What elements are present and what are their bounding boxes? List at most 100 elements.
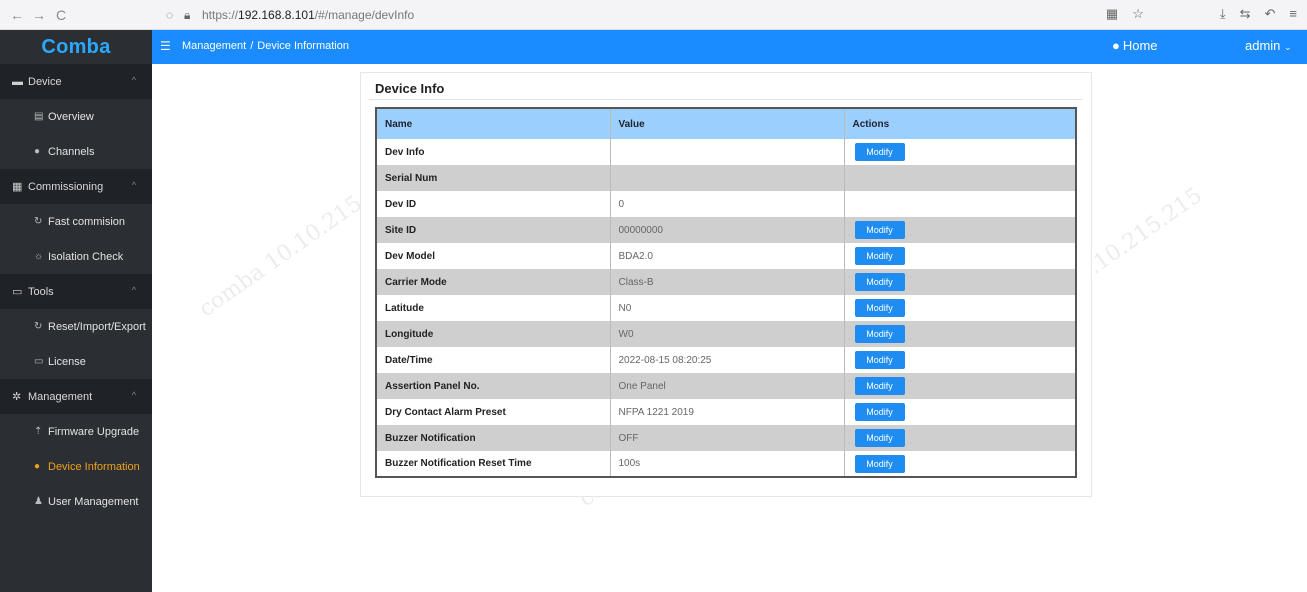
sidebar-item-fast-commision[interactable]: ↻ Fast commision <box>0 204 152 239</box>
cell-value: BDA2.0 <box>610 243 845 269</box>
modify-button[interactable]: Modify <box>854 143 905 161</box>
table-row: Date/Time 2022-08-15 08:20:25 Modify <box>376 347 1077 373</box>
admin-menu[interactable]: admin ⌄ <box>1245 38 1292 53</box>
app-header: Comba ☰ Management / Device Information … <box>0 30 1307 64</box>
cell-name: Buzzer Notification Reset Time <box>376 451 611 477</box>
table-row: Buzzer Notification OFF Modify <box>376 425 1077 451</box>
modify-button[interactable]: Modify <box>854 429 905 447</box>
sidebar-item-firmware-upgrade[interactable]: ⇡ Firmware Upgrade <box>0 414 152 449</box>
sidebar-item-device-information[interactable]: ● Device Information <box>0 449 152 484</box>
download-icon[interactable]: ⤓ <box>1220 6 1226 22</box>
sidebar-item-reset-import-export[interactable]: ↻ Reset/Import/Export <box>0 309 152 344</box>
menu-icon[interactable]: ≡ <box>1289 6 1297 22</box>
sidebar-item-label: User Management <box>48 495 139 508</box>
cell-value: N0 <box>610 295 845 321</box>
sidebar-item-label: Device Information <box>48 460 140 473</box>
cell-name: Buzzer Notification <box>376 425 611 451</box>
list-icon: ▤ <box>34 111 44 122</box>
sidebar-group-device[interactable]: ▬ Device ^ <box>0 64 152 99</box>
sidebar: ▬ Device ^ ▤ Overview ● Channels ▦ Commi… <box>0 64 152 592</box>
column-header-value: Value <box>610 108 845 139</box>
info-icon: ● <box>34 461 41 472</box>
cell-actions: Modify <box>844 321 1077 347</box>
modify-button[interactable]: Modify <box>854 221 905 239</box>
breadcrumb-separator: / <box>250 40 254 52</box>
cell-value: 0 <box>610 191 845 217</box>
bookmark-star-icon[interactable]: ☆ <box>1132 6 1144 22</box>
license-icon: ▭ <box>34 356 44 367</box>
cell-value: One Panel <box>610 373 845 399</box>
sidebar-group-label: Commissioning <box>28 180 104 193</box>
admin-label: admin <box>1245 38 1281 53</box>
sidebar-group-label: Management <box>28 390 93 403</box>
extensions-icon[interactable]: ⇆ <box>1240 6 1251 22</box>
logo: Comba <box>0 30 152 64</box>
sidebar-item-label: Firmware Upgrade <box>48 425 140 438</box>
reload-icon[interactable]: C <box>50 7 72 23</box>
gear-icon: ✲ <box>12 391 22 403</box>
modify-button[interactable]: Modify <box>854 247 905 265</box>
modify-button[interactable]: Modify <box>854 299 905 317</box>
url-scheme: https:// <box>202 8 239 22</box>
table-row: Dry Contact Alarm Preset NFPA 1221 2019 Mo… <box>376 399 1077 425</box>
undo-icon[interactable]: ↶ <box>1265 6 1276 22</box>
upload-icon: ⇡ <box>34 426 43 437</box>
sidebar-group-management[interactable]: ✲ Management ^ <box>0 379 152 414</box>
cell-name: Assertion Panel No. <box>376 373 611 399</box>
table-row: Carrier Mode Class-B Modify <box>376 269 1077 295</box>
chevron-up-icon: ^ <box>131 285 136 295</box>
lock-icon: 🔒︎ <box>184 7 191 22</box>
home-label: Home <box>1122 38 1158 53</box>
sidebar-group-tools[interactable]: ▭ Tools ^ <box>0 274 152 309</box>
table-row: Serial Num <box>376 165 1077 191</box>
address-bar[interactable]: ◌ 🔒︎ https:// 192.168.8.101 /#/manage/de… <box>166 3 1086 27</box>
cell-actions <box>844 191 1077 217</box>
breadcrumb-parent[interactable]: Management <box>182 40 246 52</box>
back-icon[interactable]: ← <box>6 7 28 23</box>
sidebar-group-commissioning[interactable]: ▦ Commissioning ^ <box>0 169 152 204</box>
sidebar-item-user-management[interactable]: ♟ User Management <box>0 484 152 519</box>
chevron-down-icon: ⌄ <box>1284 42 1292 52</box>
cell-actions: Modify <box>844 139 1077 165</box>
panel-title: Device Info <box>375 81 445 96</box>
forward-icon[interactable]: → <box>28 7 50 23</box>
modify-button[interactable]: Modify <box>854 377 905 395</box>
refresh-icon: ↻ <box>34 321 43 332</box>
home-link[interactable]: ● Home <box>1112 38 1158 53</box>
modify-button[interactable]: Modify <box>854 351 905 369</box>
modify-button[interactable]: Modify <box>854 325 905 343</box>
table-row: Site ID 00000000 Modify <box>376 217 1077 243</box>
cell-name: Date/Time <box>376 347 611 373</box>
table-row: Longitude W0 Modify <box>376 321 1077 347</box>
user-icon: ♟ <box>34 496 43 507</box>
url-host: 192.168.8.101 <box>238 8 315 22</box>
shield-icon: ◌ <box>166 8 174 22</box>
cell-name: Dev ID <box>376 191 611 217</box>
table-row: Buzzer Notification Reset Time 100s Modify <box>376 451 1077 477</box>
sidebar-item-label: Isolation Check <box>48 250 124 263</box>
sparkle-icon: ☼ <box>34 251 44 262</box>
browser-toolbar: ← → C ◌ 🔒︎ https:// 192.168.8.101 /#/man… <box>0 0 1307 30</box>
logo-text: Comba <box>41 35 111 58</box>
cell-name: Dry Contact Alarm Preset <box>376 399 611 425</box>
sidebar-item-license[interactable]: ▭ License <box>0 344 152 379</box>
cell-value <box>610 165 845 191</box>
modify-button[interactable]: Modify <box>854 273 905 291</box>
modify-button[interactable]: Modify <box>854 403 905 421</box>
column-header-name: Name <box>376 108 611 139</box>
cell-value <box>610 139 845 165</box>
sidebar-item-channels[interactable]: ● Channels <box>0 134 152 169</box>
chevron-up-icon: ^ <box>131 180 136 190</box>
qr-icon[interactable]: ▦ <box>1106 6 1118 22</box>
cell-actions: Modify <box>844 217 1077 243</box>
modify-button[interactable]: Modify <box>854 454 905 473</box>
cell-value: Class-B <box>610 269 845 295</box>
cell-value: 00000000 <box>610 217 845 243</box>
table-header-row: Name Value Actions <box>376 108 1077 139</box>
device-info-table: Name Value Actions Dev Info Modify Serial … <box>375 107 1077 478</box>
sidebar-item-overview[interactable]: ▤ Overview <box>0 99 152 134</box>
divider <box>369 99 1083 100</box>
sidebar-item-isolation-check[interactable]: ☼ Isolation Check <box>0 239 152 274</box>
cell-name: Carrier Mode <box>376 269 611 295</box>
menu-toggle-icon[interactable]: ☰ <box>160 39 174 53</box>
